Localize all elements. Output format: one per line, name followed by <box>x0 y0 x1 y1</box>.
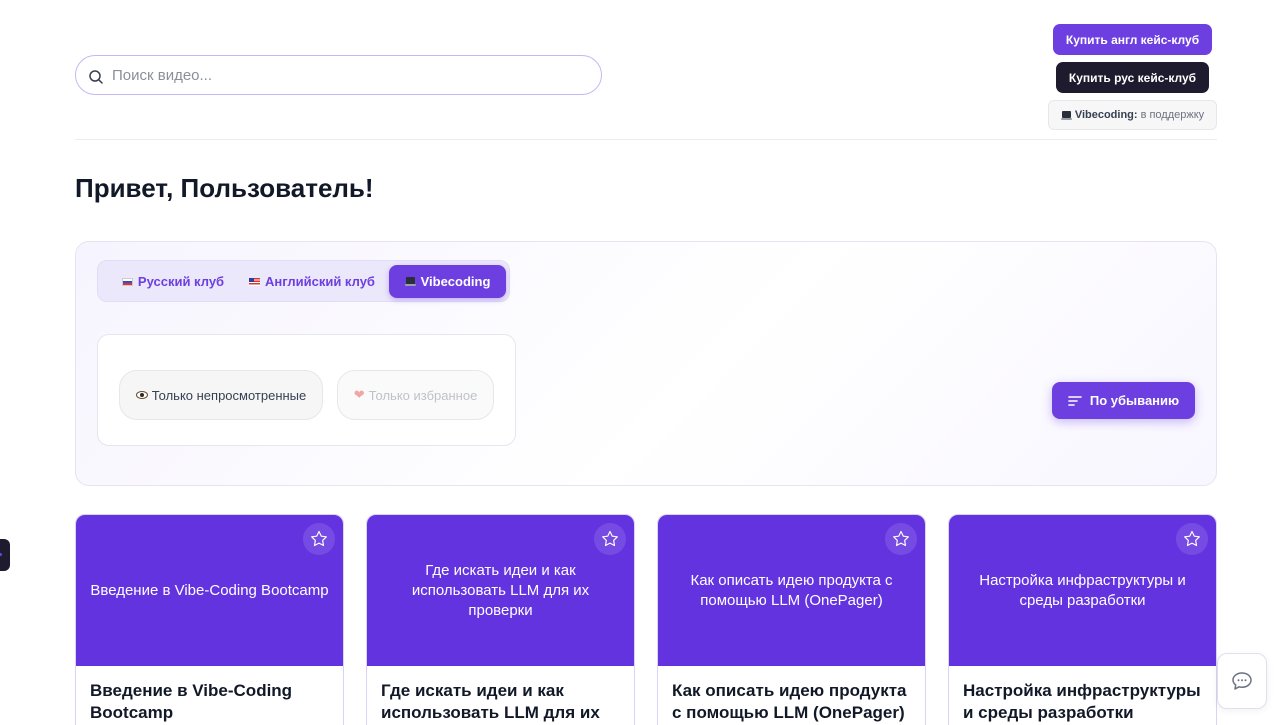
unwatched-label: Только непросмотренные <box>151 387 307 403</box>
video-thumbnail[interactable]: Где искать идеи и как использовать LLM д… <box>367 515 634 666</box>
sort-label: По убыванию <box>1089 393 1180 408</box>
buy-russian-club-button[interactable]: Купить рус кейс-клуб <box>1056 62 1209 93</box>
video-title[interactable]: Где искать идеи и как использовать LLM д… <box>367 666 634 724</box>
thumbnail-text: Настройка инфраструктуры и среды разрабо… <box>979 571 1186 609</box>
tab-vibecoding[interactable]: Vibecoding <box>389 265 506 298</box>
video-thumbnail[interactable]: Как описать идею продукта с помощью LLM … <box>658 515 925 666</box>
tab-label: Английский клуб <box>265 274 375 289</box>
video-thumbnail[interactable]: Настройка инфраструктуры и среды разрабо… <box>949 515 1216 666</box>
search-bar[interactable] <box>75 55 602 95</box>
tab-russian-club[interactable]: Русский клуб <box>108 265 238 298</box>
page-title: Привет, Пользователь! <box>75 173 374 203</box>
thumbnail-text: Как описать идею продукта с помощью LLM … <box>690 571 893 609</box>
video-card[interactable]: Настройка инфраструктуры и среды разрабо… <box>948 514 1217 725</box>
video-title[interactable]: Настройка инфраструктуры и среды разрабо… <box>949 666 1216 724</box>
chat-bubble-icon <box>1232 672 1252 690</box>
club-tabs: Русский клуб Английский клуб Vibecoding <box>97 260 510 302</box>
video-card[interactable]: Как описать идею продукта с помощью LLM … <box>657 514 926 725</box>
sort-descending-button[interactable]: По убыванию <box>1052 382 1195 419</box>
badge-strong-label: Vibecoding: <box>1074 109 1138 121</box>
sort-icon <box>1068 395 1082 406</box>
tab-label: Vibecoding <box>420 274 491 289</box>
search-input[interactable] <box>112 66 572 84</box>
video-thumbnail[interactable]: Введение в Vibe-Coding Bootcamp <box>76 515 343 666</box>
tab-english-club[interactable]: Английский клуб <box>244 265 380 298</box>
flag-us-icon <box>249 277 261 286</box>
video-title[interactable]: Как описать идею продукта с помощью LLM … <box>658 666 925 724</box>
favorite-star-icon[interactable] <box>303 523 335 555</box>
video-title[interactable]: Введение в Vibe-Coding Bootcamp <box>76 666 343 724</box>
search-icon <box>89 69 103 84</box>
favorite-star-icon[interactable] <box>1176 523 1208 555</box>
vibecoding-support-badge[interactable]: Vibecoding: в поддержку <box>1048 100 1217 130</box>
side-drawer-handle[interactable] <box>0 539 10 571</box>
heart-icon: ❤ <box>353 387 365 402</box>
unwatched-only-toggle[interactable]: Только непросмотренные <box>119 370 323 420</box>
thumbnail-text: Где искать идеи и как использовать LLM д… <box>411 561 590 619</box>
chat-button[interactable] <box>1217 653 1267 709</box>
laptop-icon <box>404 277 416 286</box>
video-card[interactable]: Введение в Vibe-Coding Bootcamp Введение… <box>75 514 344 725</box>
favorite-star-icon[interactable] <box>594 523 626 555</box>
favorites-only-toggle[interactable]: ❤ Только избранное <box>337 370 494 420</box>
laptop-icon <box>1060 110 1072 120</box>
favorites-label: Только избранное <box>368 387 478 403</box>
eye-icon <box>135 391 148 399</box>
video-card[interactable]: Где искать идеи и как использовать LLM д… <box>366 514 635 725</box>
buy-english-club-button[interactable]: Купить англ кейс-клуб <box>1053 24 1212 55</box>
tab-label: Русский клуб <box>137 274 225 289</box>
header-divider <box>75 139 1217 140</box>
thumbnail-text: Введение в Vibe-Coding Bootcamp <box>90 581 329 599</box>
flag-ru-icon <box>121 277 133 286</box>
favorite-star-icon[interactable] <box>885 523 917 555</box>
badge-label: в поддержку <box>1140 109 1205 121</box>
